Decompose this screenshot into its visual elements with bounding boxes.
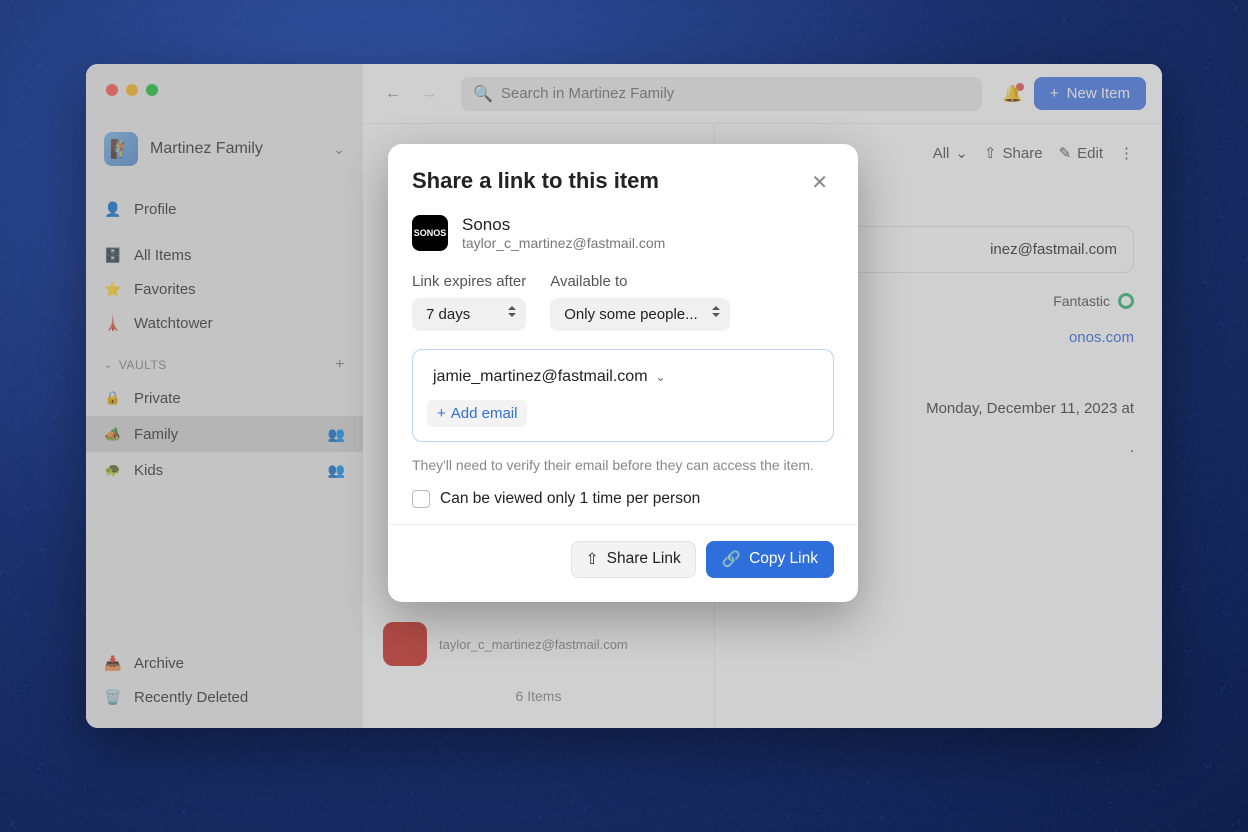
chevron-down-icon: ⌄	[656, 370, 666, 384]
close-button[interactable]: ✕	[805, 168, 834, 197]
add-email-button[interactable]: + Add email	[427, 400, 527, 427]
modal-item-subtitle: taylor_c_martinez@fastmail.com	[462, 235, 665, 251]
link-icon: 🔗	[722, 550, 741, 569]
expire-label: Link expires after	[412, 273, 526, 290]
view-once-checkbox[interactable]	[412, 490, 430, 508]
plus-icon: +	[437, 405, 446, 422]
available-select[interactable]: Only some people...	[550, 298, 729, 331]
modal-title: Share a link to this item	[412, 168, 805, 194]
view-once-label: Can be viewed only 1 time per person	[440, 490, 700, 508]
expire-select[interactable]: 7 days	[412, 298, 526, 331]
share-link-button[interactable]: ⇧ Share Link	[571, 541, 696, 578]
share-icon: ⇧	[586, 550, 599, 569]
copy-link-button[interactable]: 🔗 Copy Link	[706, 541, 834, 578]
email-recipients-box: jamie_martinez@fastmail.com ⌄ + Add emai…	[412, 349, 834, 442]
item-logo: SONOS	[412, 215, 448, 251]
share-item-modal: Share a link to this item ✕ SONOS Sonos …	[388, 144, 858, 602]
modal-item-name: Sonos	[462, 215, 665, 235]
hint-text: They'll need to verify their email befor…	[412, 456, 834, 476]
available-label: Available to	[550, 273, 729, 290]
email-chip[interactable]: jamie_martinez@fastmail.com ⌄	[427, 364, 672, 390]
